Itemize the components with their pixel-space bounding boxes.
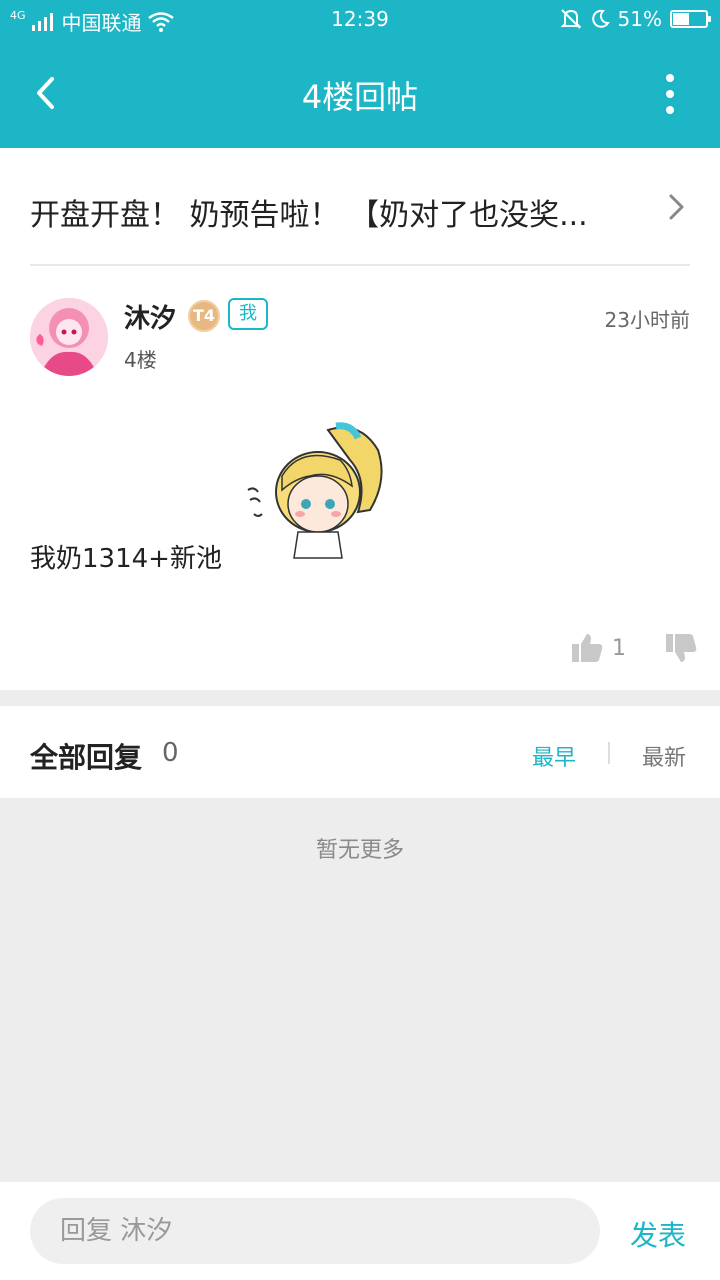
page-title: 4楼回帖 bbox=[301, 78, 419, 116]
thread-link[interactable]: 开盘开盘！ 奶预告啦！ 【奶对了也没奖... bbox=[30, 148, 690, 266]
me-tag: 我 bbox=[228, 298, 268, 330]
battery-icon bbox=[670, 10, 711, 28]
sort-earliest-button[interactable]: 最早 bbox=[532, 740, 576, 772]
top-bar: 4G 中国联通 12:39 51% 4楼回帖 bbox=[0, 0, 720, 148]
post-content: 我奶1314+新池 bbox=[30, 544, 222, 574]
sort-newest-button[interactable]: 最新 bbox=[642, 740, 686, 772]
replies-header: 全部回复 0 最早 最新 bbox=[0, 706, 720, 798]
nav-bar: 4楼回帖 bbox=[0, 38, 720, 148]
chevron-right-icon bbox=[669, 194, 684, 220]
like-button[interactable]: 1 bbox=[570, 632, 626, 664]
empty-state-text: 暂无更多 bbox=[315, 838, 404, 863]
reply-input[interactable]: 回复 沐汐 bbox=[30, 1198, 600, 1264]
replies-heading: 全部回复 bbox=[30, 741, 143, 774]
post-time: 23小时前 bbox=[604, 308, 690, 332]
dislike-button[interactable] bbox=[664, 632, 698, 668]
avatar-image bbox=[30, 298, 108, 376]
status-right: 51% bbox=[560, 7, 711, 31]
avatar[interactable] bbox=[30, 298, 108, 376]
thumbs-down-icon bbox=[666, 634, 697, 662]
battery-fill bbox=[673, 13, 690, 25]
reply-bar: 回复 沐汐 发表 bbox=[0, 1182, 720, 1280]
username[interactable]: 沐汐 bbox=[124, 298, 176, 335]
thumbs-up-icon bbox=[572, 634, 603, 662]
more-dot bbox=[666, 90, 674, 98]
sort-divider bbox=[608, 742, 610, 764]
moon-icon bbox=[591, 9, 610, 28]
thread-title: 开盘开盘！ 奶预告啦！ 【奶对了也没奖... bbox=[30, 198, 588, 233]
floor-label: 4楼 bbox=[124, 348, 157, 372]
replies-count: 0 bbox=[162, 738, 179, 768]
sticker-image bbox=[240, 420, 390, 560]
bell-off-icon bbox=[560, 9, 581, 29]
post-card: 开盘开盘！ 奶预告啦！ 【奶对了也没奖... 沐汐 T4 我 4楼 23小时前 bbox=[0, 148, 720, 690]
sticker-art bbox=[247, 422, 383, 559]
battery-percent: 51% bbox=[617, 7, 662, 31]
more-dot bbox=[666, 74, 674, 82]
level-badge: T4 bbox=[188, 300, 220, 332]
send-button[interactable]: 发表 bbox=[630, 1214, 686, 1254]
like-count: 1 bbox=[612, 635, 626, 661]
more-button[interactable] bbox=[660, 74, 680, 114]
more-dot bbox=[666, 106, 674, 114]
status-bar: 4G 中国联通 12:39 51% bbox=[0, 0, 720, 38]
